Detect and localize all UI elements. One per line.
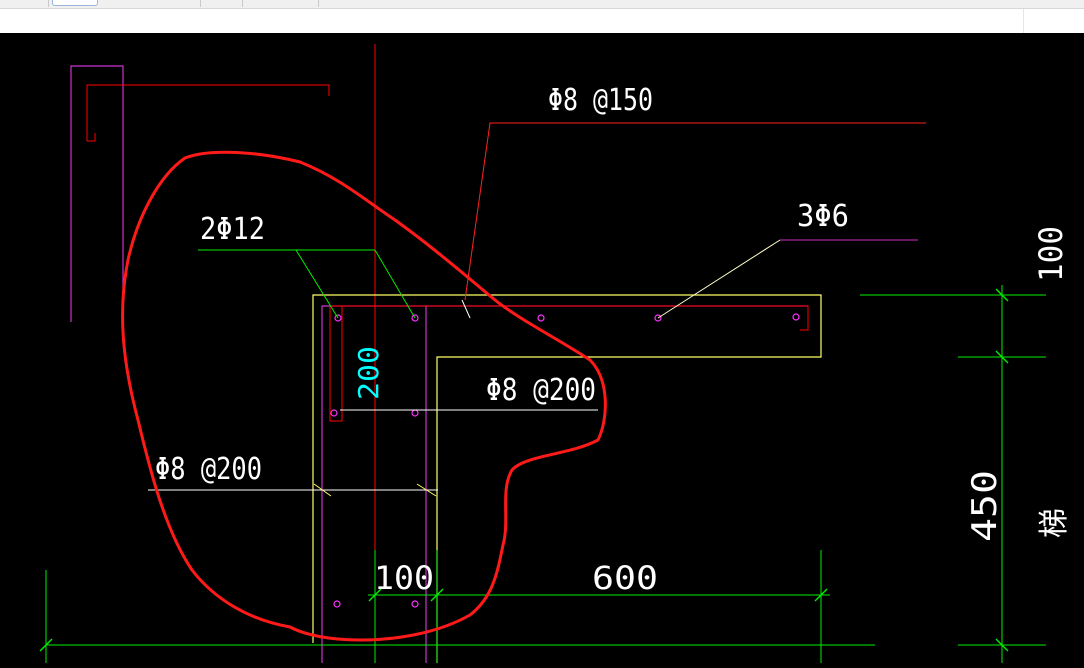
toolbar-tab[interactable] xyxy=(100,0,201,7)
leader-line xyxy=(464,122,926,301)
toolbar-tab[interactable] xyxy=(202,0,243,7)
leader-line xyxy=(374,249,416,319)
command-bar xyxy=(0,9,1084,33)
toolbar-strip xyxy=(0,0,1084,9)
column-width-label: 200 xyxy=(352,346,385,400)
cad-drawing[interactable]: Φ8 @150 2Φ12 3Φ6 Φ8 @200 200 Φ8 @200 100… xyxy=(0,33,1084,663)
leader-tick xyxy=(461,299,471,319)
leader-line xyxy=(295,249,339,319)
rebar-dot xyxy=(537,314,545,322)
toolbar-tab[interactable] xyxy=(244,0,319,7)
stirrup-line xyxy=(330,305,809,331)
stirrup-line xyxy=(329,306,343,422)
rebar-dot xyxy=(330,409,338,417)
dimension-text-right-edge: 梯 xyxy=(1037,508,1072,538)
bar-divider xyxy=(1023,9,1084,33)
mid-stirrup-label: Φ8 @200 xyxy=(486,373,596,408)
right-bars-label: 3Φ6 xyxy=(797,199,849,234)
toolbar-tab-active[interactable] xyxy=(52,0,98,6)
concrete-outline xyxy=(312,294,822,663)
stirrup-outline xyxy=(321,305,808,663)
toolbar-tab[interactable] xyxy=(0,0,49,7)
left-stirrup-label: Φ8 @200 xyxy=(155,452,262,487)
dimension-text-bottom-right: 600 xyxy=(592,559,658,597)
top-stirrup-label: Φ8 @150 xyxy=(548,83,653,118)
rebar-dot xyxy=(411,600,419,608)
dimension-text-right-middle: 450 xyxy=(965,470,1005,542)
rebar-dot xyxy=(792,313,800,321)
top-bars-label: 2Φ12 xyxy=(200,212,265,247)
wall-outline xyxy=(70,65,124,330)
rebar-dot xyxy=(411,409,419,417)
cad-drawing-canvas[interactable]: Φ8 @150 2Φ12 3Φ6 Φ8 @200 200 Φ8 @200 100… xyxy=(0,33,1084,663)
dimension-text-right-top: 100 xyxy=(1032,226,1070,282)
dimension-text-bottom-left: 100 xyxy=(374,559,434,597)
rebar-hook xyxy=(87,133,96,142)
rebar-dot xyxy=(333,600,341,608)
